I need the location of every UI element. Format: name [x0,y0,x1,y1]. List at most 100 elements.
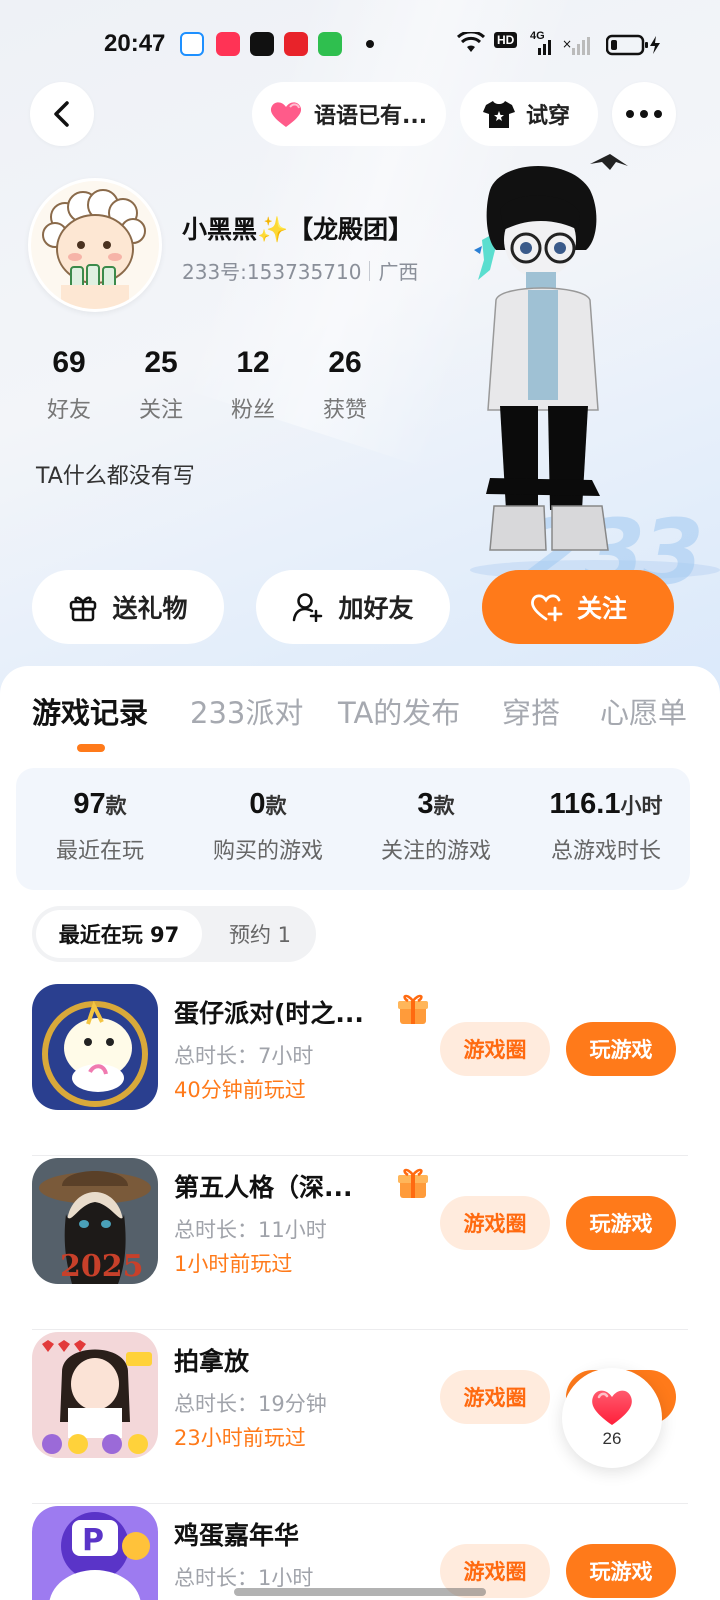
stat-likes[interactable]: 26 获赞 [300,346,390,424]
like-count: 26 [602,1429,622,1448]
stat-label: 好友 [46,398,91,423]
game-icon-eggy-party[interactable] [32,984,158,1110]
play-game-button[interactable]: 玩游戏 [566,1196,676,1250]
back-arrow-icon [54,101,69,127]
game-duration: 总时长：19分钟 [174,1392,327,1416]
tab-wishlist[interactable]: 心愿单 [600,690,687,732]
try-on-label: 试穿 [526,104,571,129]
follow-label: 关注 [576,594,627,623]
avatar[interactable] [28,178,162,312]
game-circle-button[interactable]: 游戏圈 [440,1370,550,1424]
row-divider [32,1155,688,1156]
signal-icon: × [538,37,590,55]
summary-value: 97 [73,788,106,820]
avatar-character-figure[interactable] [460,150,690,570]
game-last-played: 23小时前玩过 [174,1426,306,1450]
send-gift-label: 送礼物 [112,594,188,623]
summary-label: 总游戏时长 [550,839,661,864]
heart-icon [270,102,302,127]
game-circle-button[interactable]: 游戏圈 [440,1196,550,1250]
stat-friends[interactable]: 69 好友 [24,346,114,424]
game-icon-identity-v[interactable]: 2025 [32,1158,158,1284]
like-float-button[interactable]: 26 [562,1368,662,1468]
game-duration: 总时长：11小时 [174,1218,327,1242]
heart-plus-icon [531,594,563,622]
status-time: 20:47 [104,30,166,57]
summary-value: 116.1 [549,788,621,820]
list-item[interactable]: 2025 第五人格（深... 总时长：11小时 1小时前玩过 游戏圈 玩游戏 [32,1158,688,1330]
game-last-played: 1小时前玩过 [174,1252,293,1276]
tab-game-records[interactable]: 游戏记录 [32,690,148,732]
summary-label: 关注的游戏 [380,839,491,864]
svg-text:P: P [82,1523,104,1558]
stat-value: 25 [144,346,178,379]
row-divider [32,1503,688,1504]
summary-followed[interactable]: 3款 关注的游戏 [352,788,520,865]
game-name: 第五人格（深... [174,1173,353,1202]
game-name: 蛋仔派对(时之... [174,999,364,1028]
bio-text: TA什么都没有写 [36,464,195,489]
summary-value: 3 [417,788,434,820]
filter-recent[interactable]: 最近在玩 97 [36,910,202,958]
game-icon-year: 2025 [60,1249,144,1284]
tab-outfits[interactable]: 穿搭 [502,690,560,732]
summary-playtime[interactable]: 116.1小时 总游戏时长 [522,788,690,865]
tab-bar: 游戏记录 233派对 TA的发布 穿搭 心愿单 [0,690,720,750]
search-app-icon [180,32,204,56]
row-divider [32,1329,688,1330]
play-game-button[interactable]: 玩游戏 [566,1022,676,1076]
tab-indicator [77,744,105,752]
send-gift-button[interactable]: 送礼物 [32,570,224,644]
stat-followers[interactable]: 12 粉丝 [208,346,298,424]
stat-following[interactable]: 25 关注 [116,346,206,424]
game-icon-pick-place[interactable] [32,1332,158,1458]
game-circle-button[interactable]: 游戏圈 [440,1022,550,1076]
back-button[interactable] [30,82,94,146]
nickname: 小黑黑✨【龙殿团】 [182,215,414,244]
more-dots-icon [626,110,662,118]
game-duration: 总时长：7小时 [174,1044,314,1068]
battery-icon [606,34,660,56]
summary-unit: 款 [433,794,455,818]
notification-dot [366,40,374,48]
user-id[interactable]: 233号:153735710 [182,256,361,285]
more-button[interactable] [612,82,676,146]
tiktok-icon [250,32,274,56]
game-last-played: 40分钟前玩过 [174,1078,306,1102]
follow-button[interactable]: 关注 [482,570,674,644]
wifi-icon [456,32,486,52]
home-indicator[interactable] [234,1588,486,1596]
summary-purchased[interactable]: 0款 购买的游戏 [184,788,352,865]
shopping-app-icon [284,32,308,56]
game-summary-card: 97款 最近在玩 0款 购买的游戏 3款 关注的游戏 116.1小时 总游戏时长 [16,768,690,890]
summary-unit: 款 [105,794,127,818]
filter-reserve[interactable]: 预约 1 [208,910,312,958]
store-app-icon [318,32,342,56]
svg-text:×: × [562,37,572,51]
game-name: 拍拿放 [174,1347,250,1376]
try-on-button[interactable]: 试穿 [460,82,598,146]
add-user-icon [293,593,323,622]
stat-label: 获赞 [322,398,367,423]
sheep-avatar-icon [31,181,159,309]
gift-box-icon [398,1168,428,1198]
list-item[interactable]: P 鸡蛋嘉年华 总时长：1小时 游戏圈 玩游戏 [32,1506,688,1600]
summary-unit: 款 [265,794,287,818]
play-game-button[interactable]: 玩游戏 [566,1544,676,1598]
game-name: 鸡蛋嘉年华 [174,1521,300,1550]
gift-icon [70,596,97,622]
video-app-icon [216,32,240,56]
id-line: 233号:153735710 广西 [182,256,418,285]
voice-status-label: 语语已有... [314,104,428,129]
heart-icon [592,1390,632,1425]
add-friend-label: 加好友 [338,594,414,623]
game-icon-egg-carnival[interactable]: P [32,1506,158,1600]
add-friend-button[interactable]: 加好友 [256,570,450,644]
tab-233-party[interactable]: 233派对 [190,690,303,732]
summary-recent[interactable]: 97款 最近在玩 [16,788,184,865]
voice-status-button[interactable]: 语语已有... [252,82,446,146]
list-item[interactable]: 蛋仔派对(时之... 总时长：7小时 40分钟前玩过 游戏圈 玩游戏 [32,984,688,1156]
stat-value: 12 [236,346,270,379]
hd-badge: HD [494,32,518,48]
tab-posts[interactable]: TA的发布 [338,690,460,732]
